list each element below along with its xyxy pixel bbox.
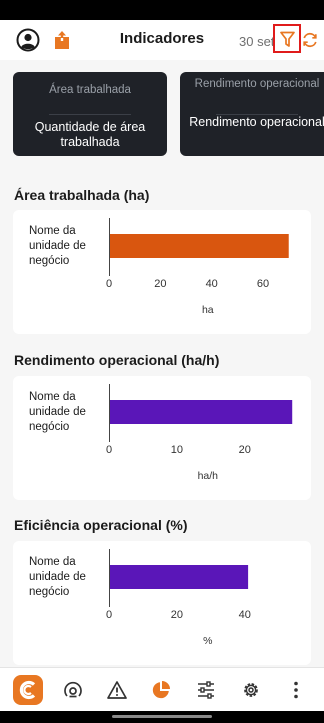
filter-button[interactable] — [273, 24, 301, 53]
bar[interactable] — [110, 400, 293, 424]
x-axis-label: ha — [201, 304, 214, 316]
card-title: Área trabalhada — [49, 84, 131, 96]
status-bar — [0, 0, 324, 20]
home-indicator — [112, 715, 212, 718]
gear-icon[interactable] — [241, 680, 261, 700]
app-logo-icon[interactable] — [13, 675, 43, 705]
app-bar: Indicadores 30 set — [0, 20, 324, 60]
x-tick-label: 20 — [170, 609, 183, 621]
section-title-eficiencia: Eficiência operacional (%) — [14, 517, 188, 533]
card-value: Rendimento operacional — [189, 115, 324, 129]
refresh-icon[interactable] — [301, 31, 319, 49]
x-tick-label: 40 — [205, 278, 218, 290]
x-tick-label: 10 — [170, 444, 183, 456]
card-area-trabalhada[interactable]: Área trabalhada Quantidade de área traba… — [13, 72, 167, 156]
card-value: Quantidade de área trabalhada — [34, 120, 146, 149]
bar-category-label: Nome da unidade de negócio — [29, 556, 86, 598]
warning-icon[interactable] — [107, 680, 127, 700]
card-title: Rendimento operacional — [194, 78, 320, 90]
bar-category-label: Nome da unidade de negócio — [29, 225, 86, 267]
x-tick-label: 40 — [238, 609, 251, 621]
x-tick-label: 0 — [105, 609, 113, 621]
x-tick-label: 60 — [256, 278, 270, 290]
x-tick-label: 20 — [154, 278, 167, 290]
card-rendimento-operacional[interactable]: Rendimento operacional Rendimento operac… — [180, 72, 324, 156]
section-title-rendimento: Rendimento operacional (ha/h) — [14, 352, 220, 368]
bottom-nav-bar — [0, 667, 324, 712]
filter-icon — [280, 31, 295, 47]
x-axis-ticks: 0 20 40 60 — [105, 278, 299, 294]
gauge-icon[interactable] — [63, 680, 83, 700]
x-axis-ticks: 0 10 20 — [105, 444, 299, 460]
gesture-bar — [0, 711, 324, 723]
pie-chart-icon[interactable] — [151, 680, 171, 700]
chart-rendimento-operacional: Nome da unidade de negócio 0 10 20 ha/h — [13, 376, 311, 500]
x-axis-label: % — [203, 635, 213, 647]
bar-category-label: Nome da unidade de negócio — [29, 391, 86, 433]
x-axis-label: ha/h — [197, 470, 219, 482]
sliders-icon[interactable] — [196, 680, 216, 700]
x-tick-label: 0 — [105, 444, 113, 456]
more-vertical-icon[interactable] — [286, 680, 306, 700]
chart-area-trabalhada: Nome da unidade de negócio 0 20 40 60 ha — [13, 210, 311, 334]
card-divider — [49, 114, 131, 115]
bar[interactable] — [110, 565, 249, 589]
x-tick-label: 0 — [105, 278, 113, 290]
chart-eficiencia-operacional: Nome da unidade de negócio 0 20 40% — [13, 541, 311, 665]
bar[interactable] — [110, 234, 289, 258]
x-axis-ticks: 0 20 40 — [105, 609, 299, 625]
section-title-area: Área trabalhada (ha) — [14, 187, 150, 203]
date-label: 30 set — [239, 34, 275, 49]
x-tick-label: 20 — [238, 444, 251, 456]
indicators-content[interactable]: Área trabalhada Quantidade de área traba… — [0, 60, 324, 667]
